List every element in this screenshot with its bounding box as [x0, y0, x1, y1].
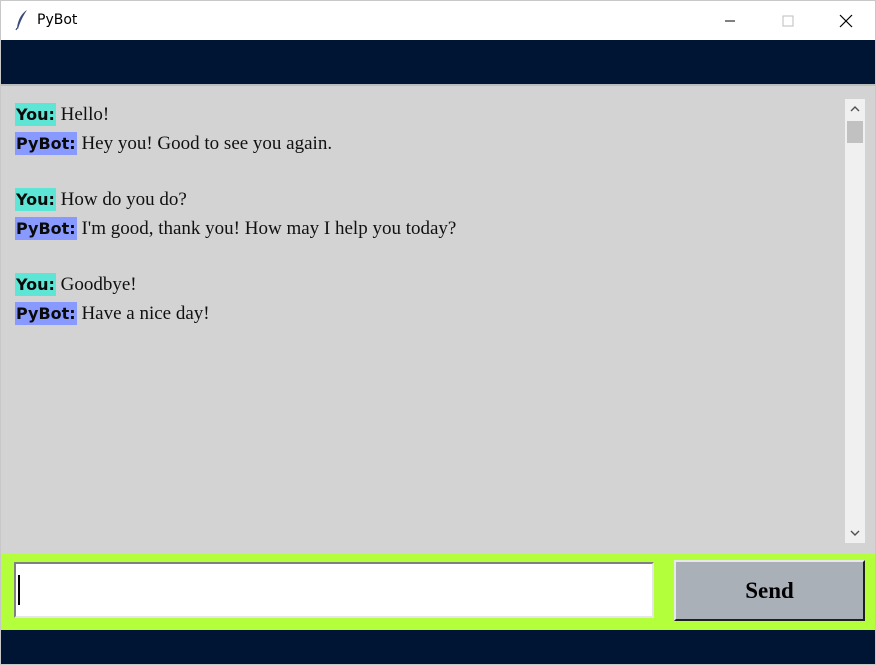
message-row: PyBot: Have a nice day!	[15, 299, 835, 328]
message-input[interactable]	[14, 562, 654, 618]
maximize-icon	[782, 15, 794, 26]
text-caret	[18, 575, 20, 605]
message-text: Hello!	[60, 104, 110, 125]
message-text: Hey you! Good to see you again.	[81, 133, 333, 154]
footer-band	[1, 630, 875, 664]
scroll-up-button[interactable]	[845, 99, 865, 119]
message-row: You: Hello!	[15, 100, 835, 129]
maximize-button[interactable]	[759, 1, 817, 40]
header-band	[1, 40, 875, 84]
message-row: PyBot: Hey you! Good to see you again.	[15, 129, 835, 158]
sender-tag-pybot: PyBot:	[15, 217, 77, 240]
minimize-icon	[725, 20, 735, 21]
chevron-up-icon	[850, 106, 860, 112]
sender-tag-you: You:	[15, 188, 56, 211]
close-icon	[839, 14, 853, 27]
sender-tag-pybot: PyBot:	[15, 302, 77, 325]
window-title: PyBot	[37, 12, 78, 28]
app-window: PyBot You: Hello! PyBot: Hey you! Good t…	[0, 0, 876, 665]
message-row: You: How do you do?	[15, 185, 835, 214]
sender-tag-pybot: PyBot:	[15, 132, 77, 155]
message-row: You: Goodbye!	[15, 270, 835, 299]
title-bar[interactable]: PyBot	[1, 1, 875, 40]
send-button[interactable]: Send	[674, 560, 865, 621]
sender-tag-you: You:	[15, 103, 56, 126]
message-text: Have a nice day!	[81, 303, 210, 324]
minimize-button[interactable]	[701, 1, 759, 40]
scroll-thumb[interactable]	[847, 121, 863, 143]
sender-tag-you: You:	[15, 273, 56, 296]
input-bar: Send	[1, 554, 875, 630]
close-button[interactable]	[817, 1, 875, 40]
chat-log[interactable]: You: Hello! PyBot: Hey you! Good to see …	[1, 84, 875, 554]
message-row: PyBot: I'm good, thank you! How may I he…	[15, 214, 835, 243]
message-text: How do you do?	[60, 189, 187, 210]
feather-icon	[15, 10, 27, 31]
message-text: I'm good, thank you! How may I help you …	[81, 218, 457, 239]
chat-scrollbar[interactable]	[845, 99, 865, 543]
scroll-down-button[interactable]	[845, 523, 865, 543]
message-list: You: Hello! PyBot: Hey you! Good to see …	[15, 100, 835, 328]
chevron-down-icon	[850, 530, 860, 536]
message-text: Goodbye!	[60, 274, 137, 295]
